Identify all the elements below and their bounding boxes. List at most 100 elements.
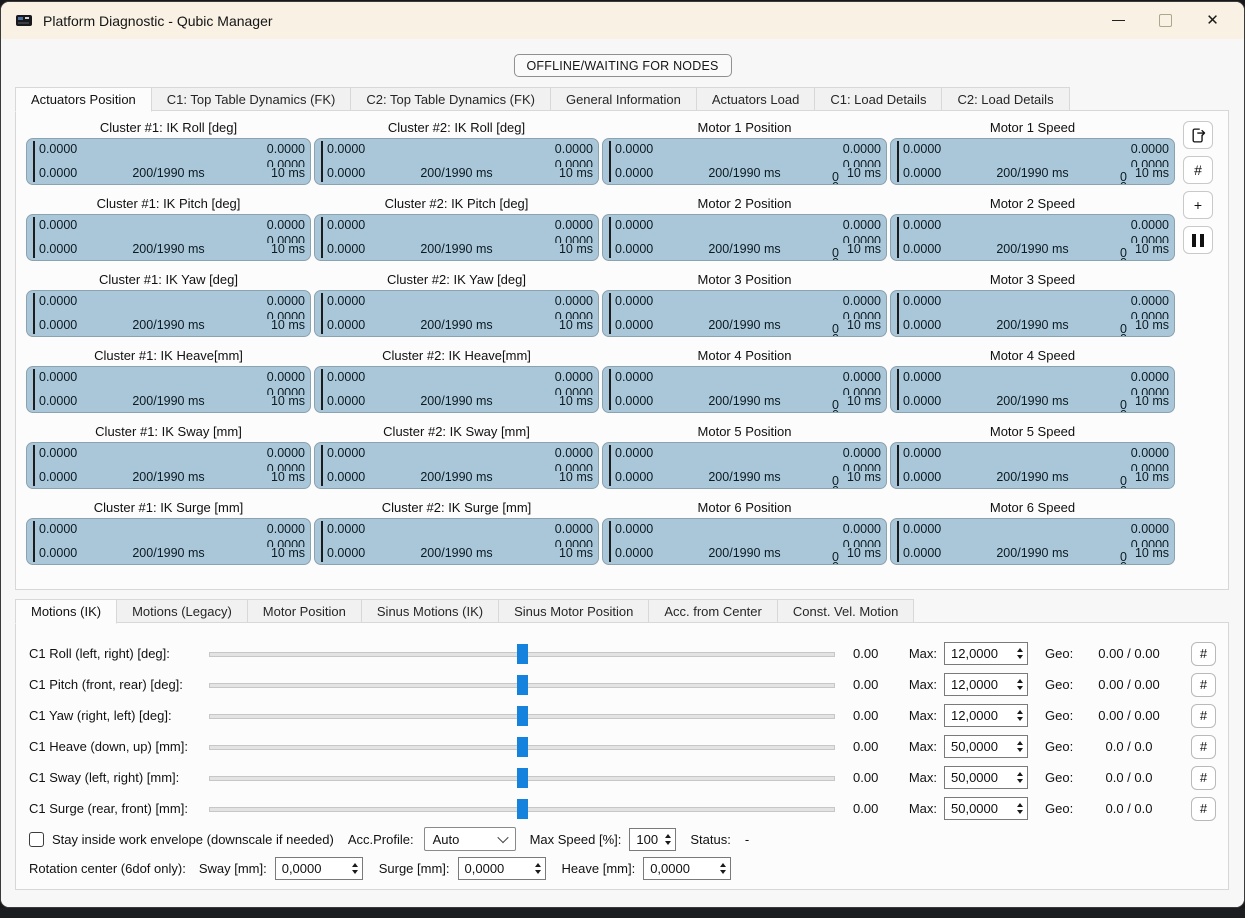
spinner-arrows-icon[interactable] bbox=[347, 863, 358, 874]
plot-label: 0.0000 bbox=[267, 294, 305, 308]
plot-canvas[interactable]: 0.00000.00000.00000.0000200/1990 ms10 ms… bbox=[890, 214, 1175, 261]
hash-button[interactable]: # bbox=[1183, 156, 1213, 184]
tab-top-6[interactable]: C2: Load Details bbox=[941, 87, 1069, 111]
hash-button[interactable]: # bbox=[1191, 704, 1216, 728]
plot-label: 10 ms bbox=[1135, 394, 1169, 408]
slider-handle[interactable] bbox=[517, 799, 528, 819]
tab-bottom-3[interactable]: Sinus Motions (IK) bbox=[361, 599, 499, 623]
plot-canvas[interactable]: 0.00000.00000.00000.0000200/1990 ms10 ms… bbox=[890, 366, 1175, 413]
pause-button[interactable] bbox=[1183, 226, 1213, 254]
plot-canvas[interactable]: 0.00000.00000.00000.0000200/1990 ms10 ms… bbox=[602, 442, 887, 489]
plot-label: 0.0000 bbox=[843, 218, 881, 232]
slider-handle[interactable] bbox=[517, 706, 528, 726]
plot-canvas[interactable]: 0.00000.00000.00000.0000200/1990 ms10 ms… bbox=[602, 138, 887, 185]
hash-button[interactable]: # bbox=[1191, 735, 1216, 759]
plot-label: 10 ms bbox=[271, 470, 305, 484]
spinner-arrows-icon[interactable] bbox=[1012, 679, 1023, 690]
plot-canvas[interactable]: 0.00000.00000.00000.0000200/1990 ms10 ms bbox=[314, 366, 599, 413]
stay-inside-envelope-checkbox[interactable] bbox=[29, 832, 44, 847]
plot-canvas[interactable]: 0.00000.00000.00000.0000200/1990 ms10 ms bbox=[26, 366, 311, 413]
tab-bottom-6[interactable]: Const. Vel. Motion bbox=[777, 599, 915, 623]
motion-slider[interactable] bbox=[209, 643, 835, 665]
export-plots-button[interactable] bbox=[1183, 121, 1213, 149]
plot-canvas[interactable]: 0.00000.00000.00000.0000200/1990 ms10 ms bbox=[314, 214, 599, 261]
plot-canvas[interactable]: 0.00000.00000.00000.0000200/1990 ms10 ms bbox=[314, 442, 599, 489]
max-speed-spinner[interactable]: 100 bbox=[629, 828, 676, 851]
max-label: Max: bbox=[901, 646, 937, 661]
slider-handle[interactable] bbox=[517, 737, 528, 757]
spinner-arrows-icon[interactable] bbox=[715, 863, 726, 874]
close-button[interactable]: ✕ bbox=[1189, 2, 1236, 39]
motion-slider[interactable] bbox=[209, 705, 835, 727]
plot-canvas[interactable]: 0.00000.00000.00000.0000200/1990 ms10 ms… bbox=[890, 518, 1175, 565]
plot-canvas[interactable]: 0.00000.00000.00000.0000200/1990 ms10 ms bbox=[26, 290, 311, 337]
plot-label: 10 ms bbox=[847, 470, 881, 484]
geo-label: Geo: bbox=[1045, 708, 1079, 723]
plot-canvas[interactable]: 0.00000.00000.00000.0000200/1990 ms10 ms… bbox=[890, 138, 1175, 185]
max-spinner[interactable]: 50,0000 bbox=[944, 766, 1028, 789]
spinner-arrows-icon[interactable] bbox=[530, 863, 541, 874]
tab-bottom-1[interactable]: Motions (Legacy) bbox=[116, 599, 248, 623]
motion-slider[interactable] bbox=[209, 674, 835, 696]
hash-button[interactable]: # bbox=[1191, 673, 1216, 697]
plot-canvas[interactable]: 0.00000.00000.00000.0000200/1990 ms10 ms bbox=[26, 442, 311, 489]
tab-bottom-4[interactable]: Sinus Motor Position bbox=[498, 599, 649, 623]
plot-canvas[interactable]: 0.00000.00000.00000.0000200/1990 ms10 ms bbox=[26, 138, 311, 185]
hash-button[interactable]: # bbox=[1191, 766, 1216, 790]
sway-spinner[interactable]: 0,0000 bbox=[275, 857, 363, 880]
hash-button[interactable]: # bbox=[1191, 642, 1216, 666]
tab-bottom-5[interactable]: Acc. from Center bbox=[648, 599, 778, 623]
tab-bottom-0[interactable]: Motions (IK) bbox=[15, 599, 117, 624]
max-spinner[interactable]: 12,0000 bbox=[944, 642, 1028, 665]
max-spinner[interactable]: 50,0000 bbox=[944, 797, 1028, 820]
tab-bottom-2[interactable]: Motor Position bbox=[247, 599, 362, 623]
spinner-arrows-icon[interactable] bbox=[660, 834, 671, 845]
spinner-arrows-icon[interactable] bbox=[1012, 710, 1023, 721]
heave-spinner[interactable]: 0,0000 bbox=[643, 857, 731, 880]
slider-handle[interactable] bbox=[517, 644, 528, 664]
max-spinner-value: 50,0000 bbox=[951, 739, 998, 754]
spinner-arrows-icon[interactable] bbox=[1012, 648, 1023, 659]
hash-button[interactable]: # bbox=[1191, 797, 1216, 821]
max-spinner[interactable]: 12,0000 bbox=[944, 704, 1028, 727]
plot-canvas[interactable]: 0.00000.00000.00000.0000200/1990 ms10 ms… bbox=[602, 366, 887, 413]
plot-canvas[interactable]: 0.00000.00000.00000.0000200/1990 ms10 ms… bbox=[890, 442, 1175, 489]
plot-canvas[interactable]: 0.00000.00000.00000.0000200/1990 ms10 ms bbox=[26, 518, 311, 565]
slider-handle[interactable] bbox=[517, 675, 528, 695]
plot-canvas[interactable]: 0.00000.00000.00000.0000200/1990 ms10 ms bbox=[314, 138, 599, 185]
motion-slider[interactable] bbox=[209, 736, 835, 758]
surge-spinner[interactable]: 0,0000 bbox=[458, 857, 546, 880]
plot-canvas[interactable]: 0.00000.00000.00000.0000200/1990 ms10 ms… bbox=[602, 214, 887, 261]
motion-slider[interactable] bbox=[209, 798, 835, 820]
top-tab-bar: Actuators PositionC1: Top Table Dynamics… bbox=[15, 87, 1070, 111]
plot-canvas[interactable]: 0.00000.00000.00000.0000200/1990 ms10 ms bbox=[26, 214, 311, 261]
tab-top-4[interactable]: Actuators Load bbox=[696, 87, 815, 111]
max-spinner[interactable]: 12,0000 bbox=[944, 673, 1028, 696]
plot-cell: Cluster #2: IK Surge [mm]0.00000.00000.0… bbox=[314, 498, 599, 565]
plot-canvas[interactable]: 0.00000.00000.00000.0000200/1990 ms10 ms bbox=[314, 518, 599, 565]
max-spinner[interactable]: 50,0000 bbox=[944, 735, 1028, 758]
spinner-arrows-icon[interactable] bbox=[1012, 741, 1023, 752]
connection-status-button[interactable]: OFFLINE/WAITING FOR NODES bbox=[513, 54, 731, 77]
plot-cell: Cluster #1: IK Roll [deg]0.00000.00000.0… bbox=[26, 118, 311, 185]
plot-canvas[interactable]: 0.00000.00000.00000.0000200/1990 ms10 ms bbox=[314, 290, 599, 337]
tab-top-5[interactable]: C1: Load Details bbox=[814, 87, 942, 111]
acc-profile-select[interactable]: Auto bbox=[424, 827, 516, 851]
tab-top-3[interactable]: General Information bbox=[550, 87, 697, 111]
tab-top-0[interactable]: Actuators Position bbox=[15, 87, 152, 112]
plot-canvas[interactable]: 0.00000.00000.00000.0000200/1990 ms10 ms… bbox=[890, 290, 1175, 337]
maximize-button[interactable] bbox=[1142, 2, 1189, 39]
slider-handle[interactable] bbox=[517, 768, 528, 788]
plot-canvas[interactable]: 0.00000.00000.00000.0000200/1990 ms10 ms… bbox=[602, 518, 887, 565]
plot-canvas[interactable]: 0.00000.00000.00000.0000200/1990 ms10 ms… bbox=[602, 290, 887, 337]
motion-slider[interactable] bbox=[209, 767, 835, 789]
tab-top-1[interactable]: C1: Top Table Dynamics (FK) bbox=[151, 87, 352, 111]
add-plot-button[interactable]: + bbox=[1183, 191, 1213, 219]
spinner-arrows-icon[interactable] bbox=[1012, 803, 1023, 814]
plot-title: Cluster #2: IK Roll [deg] bbox=[314, 118, 599, 138]
tab-top-2[interactable]: C2: Top Table Dynamics (FK) bbox=[350, 87, 551, 111]
minimize-button[interactable] bbox=[1095, 2, 1142, 39]
surge-value: 0,0000 bbox=[465, 861, 505, 876]
client-area: OFFLINE/WAITING FOR NODES Actuators Posi… bbox=[1, 39, 1244, 907]
spinner-arrows-icon[interactable] bbox=[1012, 772, 1023, 783]
